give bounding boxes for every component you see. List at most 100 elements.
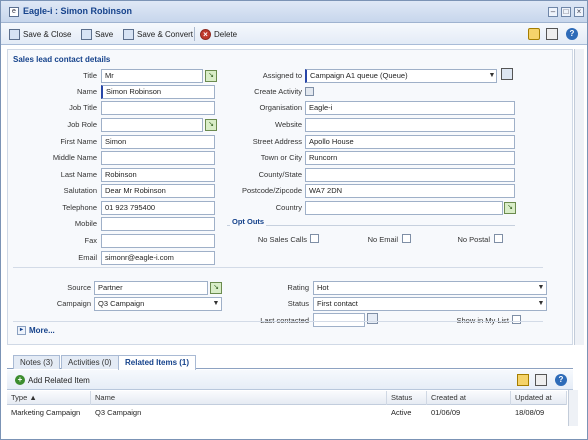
- middle-name-field[interactable]: [101, 151, 215, 165]
- telephone-field[interactable]: 01 923 795400: [101, 201, 215, 215]
- campaign-field[interactable]: Q3 Campaign: [94, 297, 222, 311]
- assign-user-icon[interactable]: [501, 68, 513, 80]
- telephone-label: Telephone: [62, 203, 97, 212]
- town-field[interactable]: Runcorn: [305, 151, 515, 165]
- first-name-label: First Name: [60, 137, 97, 146]
- show-in-list-checkbox[interactable]: [512, 315, 521, 324]
- minimize-button[interactable]: –: [548, 7, 558, 17]
- column-type-label: Type: [11, 393, 28, 402]
- salutation-field[interactable]: Dear Mr Robinson: [101, 184, 215, 198]
- related-toolbar: + Add Related Item ?: [7, 370, 573, 390]
- assigned-to-field[interactable]: Campaign A1 queue (Queue): [305, 69, 497, 83]
- rating-field[interactable]: Hot: [313, 281, 547, 295]
- cell-updated: 18/08/09: [515, 408, 545, 417]
- tab-activities[interactable]: Activities (0): [61, 355, 119, 369]
- add-related-item-button[interactable]: + Add Related Item: [15, 375, 90, 385]
- no-postal-checkbox[interactable]: [494, 234, 503, 243]
- column-header-updated[interactable]: Updated at: [511, 391, 567, 405]
- title-field[interactable]: Mr: [101, 69, 203, 83]
- save-button[interactable]: Save: [81, 27, 113, 41]
- organisation-label: Organisation: [259, 103, 302, 112]
- job-role-lookup-icon[interactable]: ↘: [205, 119, 217, 131]
- chevron-down-icon[interactable]: ▼: [536, 282, 546, 294]
- name-field[interactable]: Simon Robinson: [101, 85, 215, 99]
- tab-strip: Notes (3) Activities (0) Related Items (…: [7, 353, 573, 370]
- column-header-status[interactable]: Status: [387, 391, 427, 405]
- delete-button[interactable]: × Delete: [200, 27, 237, 41]
- job-title-field[interactable]: [101, 101, 215, 115]
- email-label: Email: [78, 253, 97, 262]
- column-header-type[interactable]: Type ▲: [7, 391, 91, 405]
- assigned-to-label: Assigned to: [262, 71, 302, 80]
- add-related-label: Add Related Item: [28, 375, 90, 385]
- mobile-field[interactable]: [101, 217, 215, 231]
- toolbar-separator: [194, 27, 195, 41]
- email-field[interactable]: simonr@eagle-i.com: [101, 251, 215, 265]
- country-lookup-icon[interactable]: ↘: [504, 202, 516, 214]
- column-header-created[interactable]: Created at: [427, 391, 511, 405]
- tab-related-items[interactable]: Related Items (1): [118, 355, 197, 370]
- delete-icon: ×: [200, 28, 211, 40]
- save-disk-icon: [81, 28, 92, 40]
- lock-icon[interactable]: [528, 28, 540, 40]
- cell-created: 01/06/09: [431, 408, 461, 417]
- save-close-button[interactable]: Save & Close: [9, 27, 71, 41]
- save-disk-icon: [9, 28, 20, 40]
- first-name-field[interactable]: Simon: [101, 135, 215, 149]
- help-icon[interactable]: ?: [566, 28, 578, 40]
- no-email-checkbox[interactable]: [402, 234, 411, 243]
- country-label: Country: [275, 203, 302, 212]
- record-toolbar: Save & Close Save Save & Convert × Delet…: [1, 23, 587, 45]
- delete-label: Delete: [214, 29, 238, 39]
- expand-icon: ▸: [17, 326, 26, 335]
- title-lookup-icon[interactable]: ↘: [205, 70, 217, 82]
- close-window-button[interactable]: ×: [574, 7, 584, 17]
- add-icon: +: [15, 375, 25, 385]
- tab-notes[interactable]: Notes (3): [13, 355, 60, 369]
- opt-outs-title: Opt Outs: [230, 217, 267, 226]
- county-field[interactable]: [305, 168, 515, 182]
- source-field[interactable]: Partner: [94, 281, 208, 295]
- job-role-label: Job Role: [67, 120, 97, 129]
- fax-field[interactable]: [101, 234, 215, 248]
- section-title: Sales lead contact details: [13, 55, 111, 64]
- more-toggle[interactable]: ▸ More...: [17, 326, 55, 335]
- no-sales-calls-checkbox[interactable]: [310, 234, 319, 243]
- save-convert-label: Save & Convert: [137, 29, 194, 39]
- grid-scrollbar[interactable]: [568, 390, 578, 426]
- no-sales-calls-label: No Sales Calls: [257, 235, 307, 244]
- last-name-field[interactable]: Robinson: [101, 168, 215, 182]
- cell-status: Active: [391, 408, 412, 417]
- edit-icon[interactable]: [517, 374, 529, 386]
- form-divider: [13, 267, 543, 268]
- save-label: Save: [95, 29, 114, 39]
- print-icon[interactable]: [546, 28, 558, 40]
- print-icon[interactable]: [535, 374, 547, 386]
- campaign-label: Campaign: [56, 299, 91, 308]
- form-scrollbar[interactable]: [574, 49, 584, 345]
- create-activity-label: Create Activity: [254, 87, 302, 96]
- chevron-down-icon[interactable]: ▼: [487, 70, 497, 82]
- maximize-button[interactable]: □: [561, 7, 571, 17]
- town-label: Town or City: [260, 153, 302, 162]
- chevron-down-icon[interactable]: ▼: [536, 298, 546, 310]
- country-field[interactable]: [305, 201, 503, 215]
- status-field[interactable]: First contact: [313, 297, 547, 311]
- street-address-field[interactable]: Apollo House: [305, 135, 515, 149]
- title-bar: e Eagle-i : Simon Robinson – □ ×: [1, 1, 587, 23]
- source-lookup-icon[interactable]: ↘: [210, 282, 222, 294]
- chevron-down-icon[interactable]: ▼: [211, 298, 221, 310]
- title-label: Title: [83, 71, 97, 80]
- website-field[interactable]: [305, 118, 515, 132]
- column-header-name[interactable]: Name: [91, 391, 387, 405]
- job-role-field[interactable]: [101, 118, 203, 132]
- table-row[interactable]: Marketing Campaign Q3 Campaign Active 01…: [7, 406, 567, 420]
- record-window: e Eagle-i : Simon Robinson – □ × Save & …: [0, 0, 588, 440]
- last-contacted-field[interactable]: [313, 313, 365, 327]
- help-icon[interactable]: ?: [555, 374, 567, 386]
- calendar-icon[interactable]: [367, 313, 378, 324]
- create-activity-checkbox[interactable]: [305, 87, 314, 96]
- postcode-field[interactable]: WA7 2DN: [305, 184, 515, 198]
- save-convert-button[interactable]: Save & Convert: [123, 27, 193, 41]
- organisation-field[interactable]: Eagle-i: [305, 101, 515, 115]
